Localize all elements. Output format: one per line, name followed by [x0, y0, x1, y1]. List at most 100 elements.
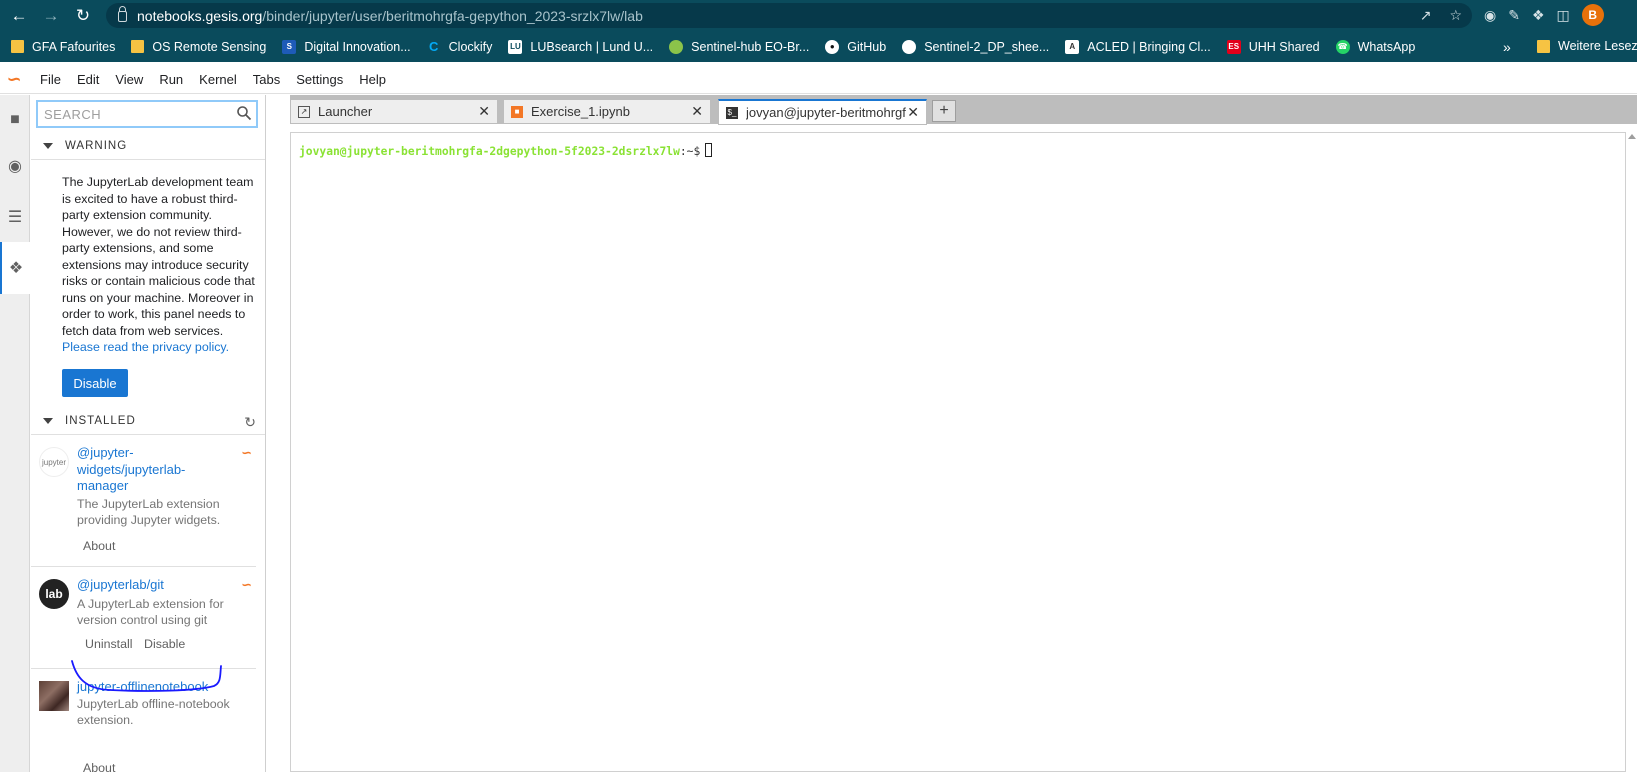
menu-edit[interactable]: Edit: [69, 72, 107, 87]
acled-icon: A: [1065, 39, 1080, 54]
menu-run[interactable]: Run: [151, 72, 191, 87]
forward-arrow-icon[interactable]: →: [38, 3, 64, 29]
about-button[interactable]: About: [83, 539, 115, 553]
file-browser-folder-icon[interactable]: ■: [0, 95, 30, 145]
uhh-icon: ES: [1226, 39, 1241, 54]
bookmark-sentinel-hub[interactable]: Sentinel-hub EO-Br...: [669, 39, 809, 54]
warning-text: The JupyterLab development team is excit…: [62, 175, 255, 354]
menu-view[interactable]: View: [107, 72, 151, 87]
warning-title: WARNING: [65, 139, 128, 152]
menu-settings[interactable]: Settings: [288, 72, 351, 87]
menu-kernel[interactable]: Kernel: [191, 72, 245, 87]
menu-tabs[interactable]: Tabs: [245, 72, 288, 87]
extension-item: jupyter @jupyter-widgets/jupyterlab-mana…: [31, 435, 256, 567]
about-button[interactable]: About: [83, 761, 115, 772]
reload-icon[interactable]: ↻: [70, 3, 96, 29]
launcher-icon: ↗: [298, 105, 310, 118]
tab-terminal[interactable]: $_ jovyan@jupyter-beritmohrgf ✕: [718, 99, 927, 125]
bookmark-digital-innovation[interactable]: S Digital Innovation...: [282, 39, 411, 54]
whatsapp-icon: ☎: [1335, 39, 1350, 54]
extension-item: jupyter-offlinenotebook JupyterLab offli…: [31, 669, 256, 772]
jupyterlab-logo-icon: lab: [39, 579, 69, 609]
tab-exercise-notebook[interactable]: ■ Exercise_1.ipynb ✕: [503, 99, 711, 124]
globe-icon: [669, 39, 684, 54]
uninstall-button[interactable]: Uninstall: [85, 637, 133, 651]
bookmark-lubsearch[interactable]: LU LUBsearch | Lund U...: [508, 39, 653, 54]
bookmark-acled[interactable]: A ACLED | Bringing Cl...: [1065, 39, 1211, 54]
terminal-prompt-line: jovyan@jupyter-beritmohrgfa-2dgepython-5…: [299, 143, 713, 158]
notebook-icon: ■: [511, 105, 523, 118]
bookmark-os-remote-sensing[interactable]: OS Remote Sensing: [131, 40, 266, 54]
new-launcher-plus-icon[interactable]: +: [932, 100, 956, 122]
bookmarks-overflow-icon[interactable]: »: [1503, 39, 1511, 55]
bookmark-github[interactable]: ● GitHub: [825, 39, 886, 54]
side-panel-icon[interactable]: ◫: [1557, 7, 1570, 24]
jupyter-menubar: ∽ File Edit View Run Kernel Tabs Setting…: [0, 66, 1637, 94]
bookmark-whatsapp[interactable]: ☎ WhatsApp: [1335, 39, 1415, 54]
clockify-icon: C: [428, 39, 439, 54]
extension-search-box: [36, 100, 258, 128]
refresh-icon[interactable]: ↻: [244, 414, 256, 431]
extension-description: The JupyterLab extension providing Jupyt…: [77, 497, 221, 527]
extension-name[interactable]: @jupyter-widgets/jupyterlab-manager: [77, 445, 227, 495]
terminal-cursor: [705, 143, 713, 157]
lu-icon: LU: [508, 39, 523, 54]
extension-description: JupyterLab offline-notebook extension.: [77, 697, 230, 727]
terminal-area[interactable]: jovyan@jupyter-beritmohrgfa-2dgepython-5…: [290, 132, 1626, 772]
extension-manager-panel: WARNING The JupyterLab development team …: [31, 95, 266, 772]
extension-item: lab @jupyterlab/git A JupyterLab extensi…: [31, 567, 256, 669]
terminal-prompt-suffix: :~$: [679, 145, 701, 158]
warning-section-header[interactable]: WARNING: [31, 132, 265, 160]
extension-shield-icon[interactable]: ◉: [1484, 7, 1496, 24]
disable-button[interactable]: Disable: [144, 637, 185, 651]
github-icon: ●: [825, 39, 840, 54]
bookmark-clockify[interactable]: C Clockify: [427, 39, 492, 54]
globe-icon: [902, 39, 917, 54]
extension-name[interactable]: @jupyterlab/git: [77, 577, 227, 594]
table-of-contents-list-icon[interactable]: ☰: [0, 192, 30, 242]
extension-pen-icon[interactable]: ✎: [1508, 7, 1520, 24]
caret-down-icon: [43, 417, 53, 424]
terminal-scrollbar[interactable]: [1626, 132, 1637, 772]
offlinenotebook-logo-icon: [39, 681, 69, 711]
bookmark-star-icon[interactable]: ☆: [1449, 7, 1462, 24]
address-bar[interactable]: notebooks.gesis.org/binder/jupyter/user/…: [106, 3, 1472, 28]
caret-down-icon: [43, 142, 53, 149]
close-icon[interactable]: ✕: [691, 103, 703, 120]
menu-file[interactable]: File: [32, 72, 69, 87]
share-icon[interactable]: ↗: [1420, 7, 1432, 24]
folder-icon: [1537, 39, 1550, 53]
back-arrow-icon[interactable]: ←: [6, 3, 32, 29]
bookmarks-bar: GFA Fafourites OS Remote Sensing S Digita…: [0, 31, 1637, 62]
activity-bar: ■ ◉ ☰ ❖: [0, 95, 30, 772]
running-kernels-stop-icon[interactable]: ◉: [0, 141, 30, 191]
folder-icon: [131, 40, 145, 53]
update-available-icon[interactable]: ∽: [241, 577, 252, 593]
close-icon[interactable]: ✕: [478, 103, 490, 120]
menu-help[interactable]: Help: [351, 72, 394, 87]
search-icon[interactable]: [236, 105, 252, 121]
bookmark-gfa-fafourites[interactable]: GFA Fafourites: [11, 40, 115, 54]
tab-launcher[interactable]: ↗ Launcher ✕: [290, 99, 498, 124]
folder-icon: [11, 40, 24, 53]
installed-title: INSTALLED: [65, 414, 136, 427]
profile-avatar[interactable]: B: [1581, 4, 1604, 26]
extension-search-input[interactable]: [38, 102, 228, 126]
close-icon[interactable]: ✕: [907, 104, 919, 121]
update-available-icon[interactable]: ∽: [241, 445, 252, 461]
url-host: notebooks.gesis.org: [137, 7, 263, 24]
extension-name[interactable]: jupyter-offlinenotebook: [77, 679, 252, 696]
bookmark-sentinel-2[interactable]: Sentinel-2_DP_shee...: [902, 39, 1049, 54]
scroll-up-arrow-icon[interactable]: [1628, 134, 1636, 139]
extension-manager-puzzle-icon[interactable]: ❖: [0, 242, 30, 294]
lock-icon: [118, 6, 127, 22]
bookmark-uhh-shared[interactable]: ES UHH Shared: [1226, 39, 1320, 54]
other-bookmarks[interactable]: Weitere Leseze: [1537, 39, 1637, 53]
site-icon: S: [282, 39, 297, 54]
privacy-policy-link[interactable]: Please read the privacy policy.: [62, 340, 229, 354]
main-tab-bar: ↗ Launcher ✕ ■ Exercise_1.ipynb ✕ $_ jov…: [290, 95, 1637, 125]
jupyter-logo-icon: ∽: [6, 69, 22, 89]
disable-extension-manager-button[interactable]: Disable: [62, 369, 128, 397]
installed-section-header[interactable]: INSTALLED ↻: [31, 407, 265, 435]
extensions-puzzle-icon[interactable]: ❖: [1532, 7, 1545, 24]
